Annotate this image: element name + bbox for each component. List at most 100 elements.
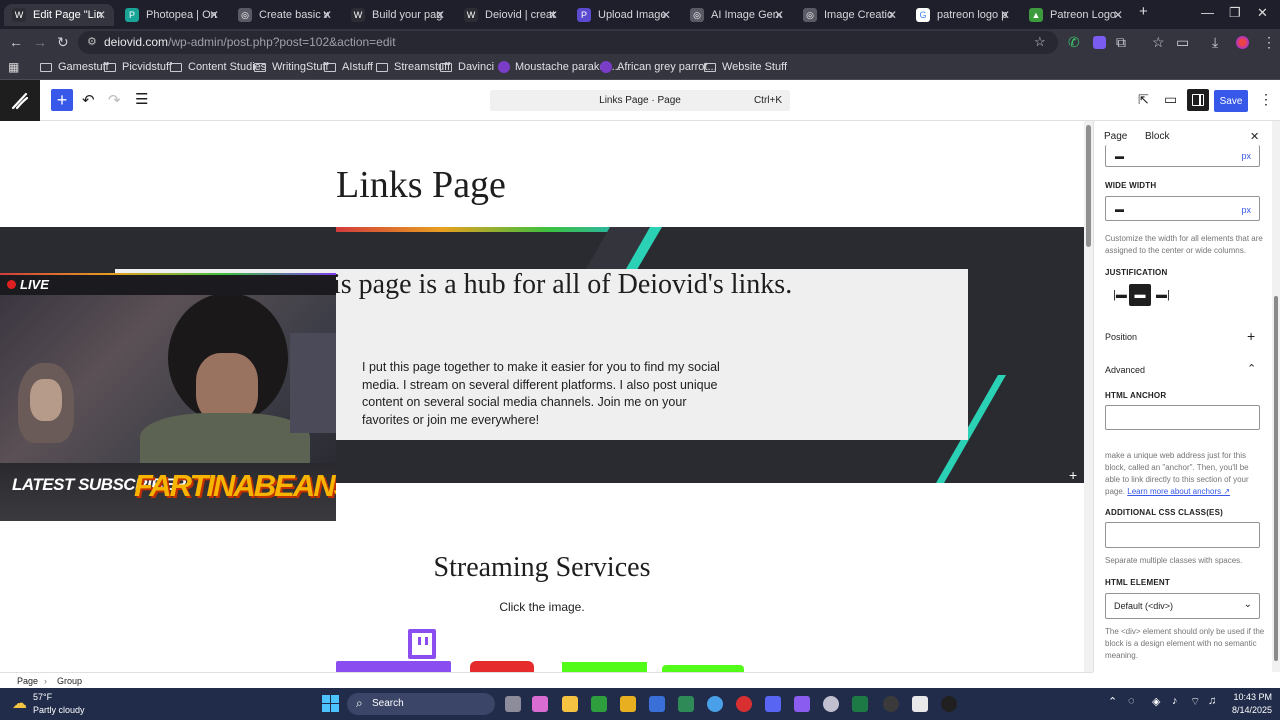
- clock-time[interactable]: 10:43 PM: [1222, 692, 1272, 702]
- tab-close-icon[interactable]: ✕: [322, 8, 332, 22]
- minimize-button[interactable]: —: [1201, 5, 1214, 20]
- file-explorer-icon[interactable]: [562, 696, 578, 712]
- position-expand-icon[interactable]: +: [1247, 328, 1255, 344]
- tab-close-icon[interactable]: ✕: [887, 8, 897, 22]
- twitch-wordmark[interactable]: [336, 661, 451, 672]
- bookmark-item[interactable]: AIstuff: [324, 61, 373, 73]
- weather-desc[interactable]: Partly cloudy: [33, 705, 85, 715]
- breadcrumb-group[interactable]: Group: [57, 676, 82, 686]
- site-logo-icon[interactable]: [0, 80, 40, 121]
- breadcrumb-page[interactable]: Page: [17, 676, 38, 686]
- new-tab-button[interactable]: +: [1139, 3, 1148, 20]
- network-icon[interactable]: ◈: [1152, 695, 1160, 708]
- bookmark-item[interactable]: African grey parrot...: [600, 61, 717, 73]
- bookmark-item[interactable]: Picvidstuff: [104, 61, 172, 73]
- content-width-input[interactable]: ▬ px: [1105, 145, 1260, 167]
- settings-panel-toggle[interactable]: [1187, 89, 1209, 111]
- extension-purple-icon[interactable]: [1093, 36, 1106, 49]
- browser-tab[interactable]: P Photopea | Online✕: [117, 4, 227, 26]
- tray-app-icon[interactable]: ◌: [1128, 695, 1135, 707]
- bookmarks-icon[interactable]: ☆: [1152, 34, 1165, 51]
- app-purple-icon[interactable]: [794, 696, 810, 712]
- learn-more-anchors-link[interactable]: Learn more about anchors ↗: [1127, 487, 1230, 496]
- tab-close-icon[interactable]: ✕: [209, 8, 219, 22]
- profile-avatar[interactable]: [1236, 36, 1249, 49]
- browser-menu-icon[interactable]: ⋮: [1262, 34, 1276, 51]
- extension-phone-icon[interactable]: ✆: [1068, 34, 1080, 51]
- download-icon[interactable]: ⤓: [1212, 34, 1218, 51]
- sidebar-scrollbar-thumb[interactable]: [1274, 296, 1278, 661]
- discord-icon[interactable]: [765, 696, 781, 712]
- browser-tab[interactable]: ◎ Image Creation - I✕: [795, 4, 905, 26]
- url-bar[interactable]: ⚙ deiovid.com/wp-admin/post.php?post=102…: [78, 31, 1058, 54]
- app-red-icon[interactable]: [736, 696, 752, 712]
- streaming-hint[interactable]: Click the image.: [0, 600, 1084, 614]
- wide-width-input[interactable]: ▬ px: [1105, 196, 1260, 221]
- tab-close-icon[interactable]: ✕: [774, 8, 784, 22]
- justify-right-icon[interactable]: ▬|: [1156, 289, 1170, 301]
- css-class-input[interactable]: [1105, 522, 1260, 548]
- minecraft-icon[interactable]: [591, 696, 607, 712]
- app-white-icon[interactable]: [912, 696, 928, 712]
- weather-temp[interactable]: 57°F: [33, 692, 52, 702]
- tray-chevron-icon[interactable]: ⌃: [1108, 695, 1117, 708]
- save-button[interactable]: Save: [1214, 90, 1248, 112]
- restore-button[interactable]: ❐: [1229, 5, 1241, 21]
- canvas-scrollbar-thumb[interactable]: [1086, 125, 1091, 247]
- redo-icon[interactable]: ↷: [108, 91, 121, 109]
- bookmark-item[interactable]: Content Studies: [170, 61, 266, 73]
- bookmark-item[interactable]: Streamstuff: [376, 61, 450, 73]
- browser-tab[interactable]: Gpatreon logo png✕: [908, 4, 1018, 26]
- preview-device-icon[interactable]: ▭: [1164, 91, 1177, 108]
- hero-title[interactable]: Links Page: [336, 163, 506, 207]
- advanced-panel-label[interactable]: Advanced: [1105, 365, 1145, 375]
- app-green-icon[interactable]: [678, 696, 694, 712]
- bookmark-star-icon[interactable]: ☆: [1034, 34, 1046, 50]
- browser-tab[interactable]: W Edit Page "Links Pa✕: [4, 4, 114, 26]
- bookmark-item[interactable]: Website Stuff: [704, 61, 787, 73]
- position-panel-label[interactable]: Position: [1105, 332, 1137, 342]
- hero-subtitle[interactable]: is page is a hub for all of Deiovid's li…: [333, 269, 792, 301]
- app-dark-icon[interactable]: [883, 696, 899, 712]
- extensions-puzzle-icon[interactable]: ⧉: [1116, 34, 1126, 51]
- task-view-icon[interactable]: [505, 696, 521, 712]
- add-block-button[interactable]: +: [51, 89, 73, 111]
- bookmark-item[interactable]: Gamestuff: [40, 61, 109, 73]
- editor-canvas[interactable]: Links Page is page is a hub for all of D…: [0, 121, 1084, 672]
- html-anchor-input[interactable]: [1105, 405, 1260, 430]
- windows-start-icon[interactable]: [322, 695, 339, 712]
- content-width-unit[interactable]: px: [1241, 151, 1251, 161]
- weather-icon[interactable]: ☁: [12, 694, 27, 712]
- view-page-icon[interactable]: ⇱: [1138, 92, 1149, 108]
- browser-tab[interactable]: P Upload Image Onl✕: [569, 4, 679, 26]
- tab-block[interactable]: Block: [1145, 131, 1169, 142]
- justify-center-icon[interactable]: ▬: [1129, 284, 1151, 306]
- twitch-logo-icon[interactable]: [408, 629, 436, 659]
- tab-close-icon[interactable]: ✕: [548, 8, 558, 22]
- apps-grid-icon[interactable]: ▦: [8, 60, 19, 74]
- tab-close-icon[interactable]: ✕: [661, 8, 671, 22]
- close-sidebar-icon[interactable]: ✕: [1250, 130, 1259, 143]
- browser-tab[interactable]: ◎ Create basic websi✕: [230, 4, 340, 26]
- block-inserter-icon[interactable]: +: [1069, 467, 1077, 483]
- browser-tab[interactable]: ◎ AI Image Generat✕: [682, 4, 792, 26]
- store-icon[interactable]: [649, 696, 665, 712]
- obs-icon[interactable]: [941, 696, 957, 712]
- microphone-icon[interactable]: ♪: [1172, 695, 1178, 707]
- tab-close-icon[interactable]: ✕: [1000, 8, 1010, 22]
- site-info-icon[interactable]: ⚙: [87, 31, 97, 54]
- wifi-icon[interactable]: ⌔: [1190, 695, 1200, 709]
- volume-icon[interactable]: ♫: [1208, 695, 1216, 707]
- browser-tab[interactable]: W Build your page | I✕: [343, 4, 453, 26]
- bookmark-item[interactable]: WritingStuff: [254, 61, 328, 73]
- html-element-select[interactable]: Default (<div>) ⌄: [1105, 593, 1260, 619]
- youtube-logo-icon[interactable]: [470, 661, 534, 672]
- tab-close-icon[interactable]: ✕: [1113, 8, 1123, 22]
- options-menu-icon[interactable]: ⋮: [1259, 91, 1273, 108]
- tab-page[interactable]: Page: [1104, 131, 1127, 142]
- app-yellow-icon[interactable]: [620, 696, 636, 712]
- app-swirl-icon[interactable]: [823, 696, 839, 712]
- tab-close-icon[interactable]: ✕: [96, 8, 106, 22]
- chrome-icon[interactable]: [707, 696, 723, 712]
- excel-icon[interactable]: [852, 696, 868, 712]
